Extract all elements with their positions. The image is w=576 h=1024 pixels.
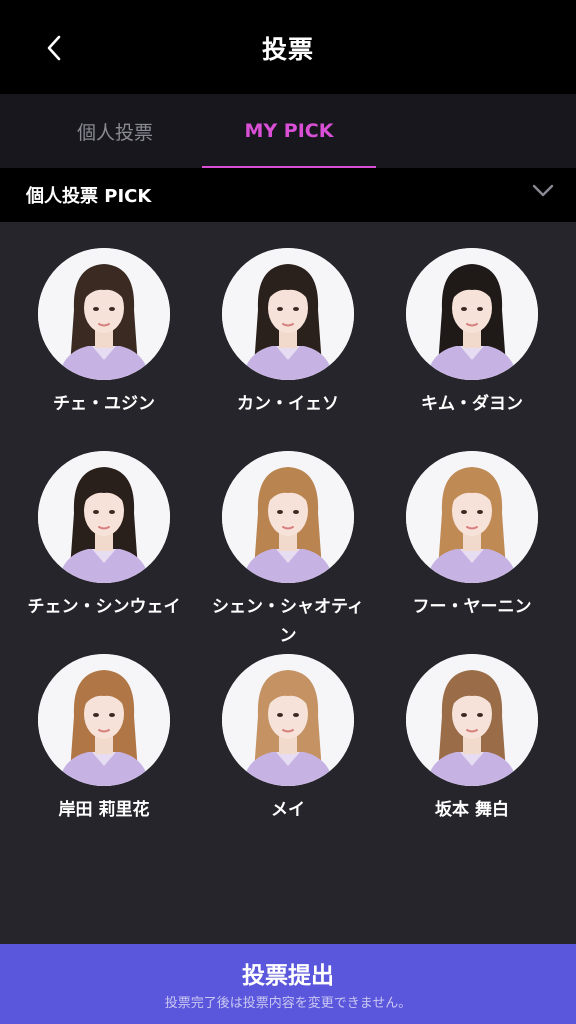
portrait-image <box>406 654 538 786</box>
submit-note: 投票完了後は投票内容を変更できません。 <box>164 996 412 1011</box>
avatar <box>38 248 170 380</box>
member-name: フー・ヤーニン <box>412 597 532 617</box>
avatar <box>38 451 170 583</box>
member-card[interactable]: フー・ヤーニン <box>384 451 560 622</box>
member-card[interactable]: チェ・ユジン <box>16 248 192 419</box>
avatar <box>222 451 354 583</box>
page-title: 投票 <box>261 35 314 64</box>
header: 投票 <box>0 0 576 94</box>
member-card[interactable]: チェン・シンウェイ <box>16 451 192 622</box>
member-card[interactable]: カン・イェソ <box>200 248 376 419</box>
portrait-image <box>222 248 354 380</box>
member-card[interactable]: 岸田 莉里花 <box>16 654 192 825</box>
member-card[interactable]: メイ <box>200 654 376 825</box>
tab-individual-vote[interactable]: 個人投票 <box>28 94 202 168</box>
avatar <box>406 248 538 380</box>
portrait-image <box>38 654 170 786</box>
vote-screen: 投票 個人投票 MY PICK 個人投票 PICK チェ・ユジン カン・イェソ … <box>0 0 576 1024</box>
tab-my-pick[interactable]: MY PICK <box>202 94 376 168</box>
submit-vote-button[interactable]: 投票提出 投票完了後は投票内容を変更できません。 <box>0 944 576 1024</box>
submit-label: 投票提出 <box>242 963 334 989</box>
avatar <box>406 654 538 786</box>
member-card[interactable]: 坂本 舞白 <box>384 654 560 825</box>
member-card[interactable]: シェン・シャオティン <box>200 451 376 651</box>
avatar <box>406 451 538 583</box>
member-name: 坂本 舞白 <box>435 800 509 820</box>
member-name: シェン・シャオティン <box>212 597 364 646</box>
member-name: チェ・ユジン <box>53 394 155 414</box>
chevron-down-icon[interactable] <box>532 184 554 198</box>
portrait-image <box>406 248 538 380</box>
portrait-image <box>222 451 354 583</box>
portrait-image <box>38 248 170 380</box>
member-name: カン・イェソ <box>237 394 339 414</box>
portrait-image <box>222 654 354 786</box>
member-name: チェン・シンウェイ <box>27 597 181 617</box>
avatar <box>222 248 354 380</box>
member-card[interactable]: キム・ダヨン <box>384 248 560 419</box>
portrait-image <box>406 451 538 583</box>
section-label: 個人投票 PICK <box>26 186 152 207</box>
member-name: 岸田 莉里花 <box>58 800 150 820</box>
member-name: メイ <box>271 800 305 820</box>
tab-bar: 個人投票 MY PICK <box>0 94 576 168</box>
portrait-image <box>38 451 170 583</box>
avatar <box>222 654 354 786</box>
avatar <box>38 654 170 786</box>
member-name: キム・ダヨン <box>421 394 523 414</box>
section-dropdown[interactable]: 個人投票 PICK <box>0 168 576 222</box>
